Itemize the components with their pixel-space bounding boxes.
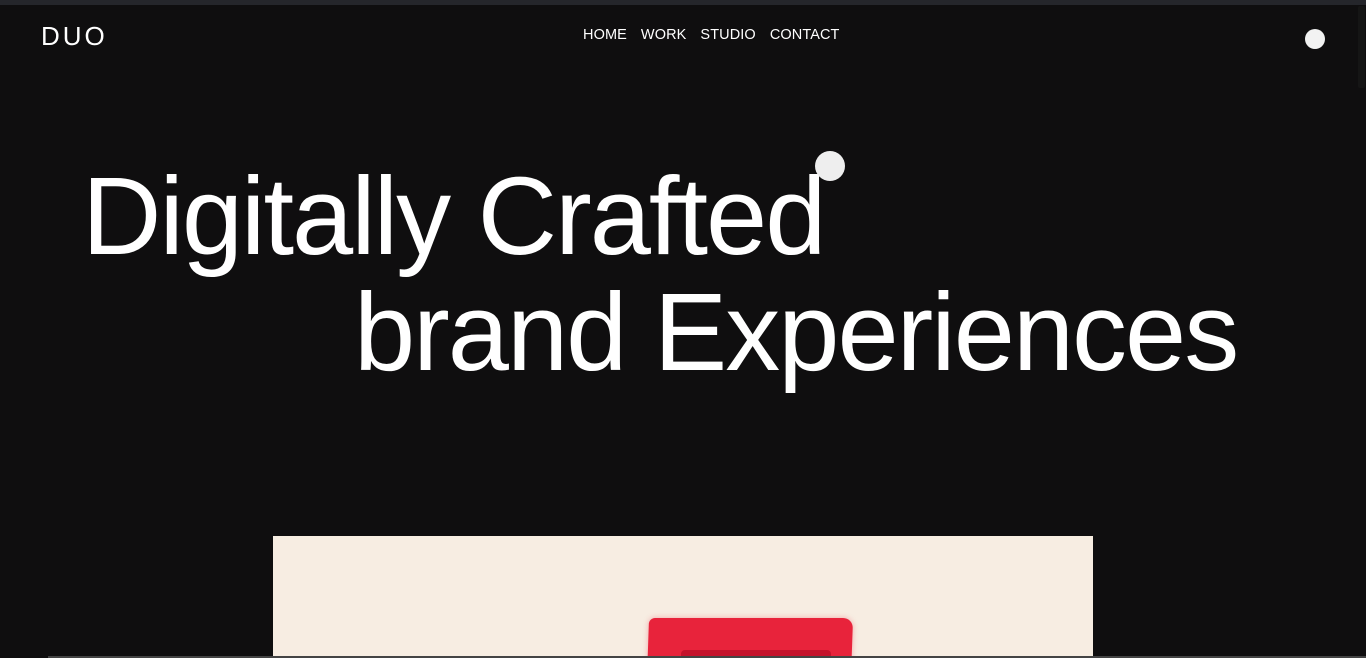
menu-dot-icon[interactable] (1305, 29, 1325, 49)
cursor-dot-icon (815, 151, 845, 181)
hero-heading-line-2: brand Experiences (354, 271, 1239, 394)
scrollbar[interactable] (1357, 5, 1366, 658)
nav-link-work[interactable]: WORK (641, 26, 687, 44)
nav-link-studio[interactable]: STUDIO (700, 26, 755, 44)
logo[interactable]: DUO (41, 20, 108, 52)
browser-top-strip (0, 0, 1366, 5)
scrollbar-thumb[interactable] (1358, 6, 1365, 88)
hero-heading-line-1: Digitally Crafted (82, 155, 826, 278)
hero-image[interactable] (273, 536, 1093, 658)
nav-link-home[interactable]: HOME (583, 26, 627, 44)
nav-link-contact[interactable]: CONTACT (770, 26, 840, 44)
main-nav: HOME WORK STUDIO CONTACT (583, 26, 840, 44)
